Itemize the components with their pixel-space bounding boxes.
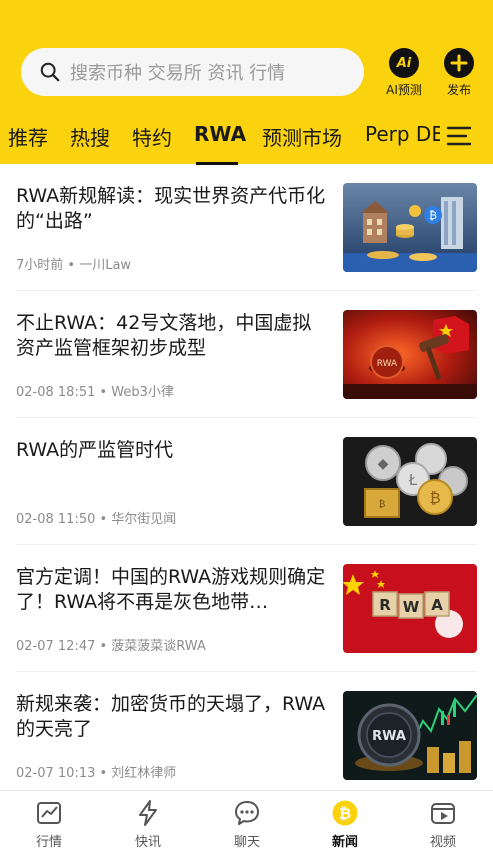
news-thumbnail: RWA xyxy=(343,691,477,780)
nav-video[interactable]: 视频 xyxy=(413,799,473,850)
nav-label: 视频 xyxy=(429,835,456,850)
post-button[interactable]: 发布 xyxy=(438,48,480,98)
news-thumbnail: RWA xyxy=(343,310,477,399)
news-meta: 7小时前 • 一川Law xyxy=(16,258,132,273)
bottom-navigation: 行情 快讯 聊天 ₿ 新闻 视频 xyxy=(0,790,493,856)
plus-icon xyxy=(444,48,474,78)
video-icon xyxy=(431,803,455,824)
nav-chat[interactable]: 聊天 xyxy=(217,799,277,850)
bitcoin-icon: ₿ xyxy=(332,800,358,826)
news-title: RWA新规解读：现实世界资产代币化的“出路” xyxy=(16,185,326,232)
nav-news[interactable]: ₿ 新闻 xyxy=(315,799,375,850)
menu-icon[interactable] xyxy=(445,124,473,148)
news-meta: 02-08 11:50 • 华尔街见闻 xyxy=(16,512,177,527)
nav-label: 新闻 xyxy=(331,835,358,850)
search-placeholder: 搜索币种 交易所 资讯 行情 xyxy=(70,63,286,84)
news-title: 不止RWA：42号文落地，中国虚拟资产监管框架初步成型 xyxy=(16,312,312,359)
news-title: RWA的严监管时代 xyxy=(16,439,174,461)
chart-icon xyxy=(37,802,61,824)
svg-text:₿: ₿ xyxy=(429,489,440,507)
svg-text:RWA: RWA xyxy=(372,729,406,744)
tab-rwa[interactable]: RWA xyxy=(194,122,246,146)
news-meta: 02-07 12:47 • 菠菜菠菜谈RWA xyxy=(16,639,206,654)
tab-perp-dex[interactable]: Perp DE xyxy=(365,122,440,146)
svg-text:Ł: Ł xyxy=(408,471,418,489)
category-tabs: 推荐 热搜 特约 RWA 预测市场 Perp DE xyxy=(0,116,440,156)
news-thumbnail: R W A xyxy=(343,564,477,653)
news-item[interactable]: 官方定调！中国的RWA游戏规则确定了！RWA将不再是灰色地带… 02-07 12… xyxy=(0,545,493,672)
search-icon xyxy=(40,62,60,82)
tab-hot[interactable]: 热搜 xyxy=(70,122,110,151)
search-bar[interactable]: 搜索币种 交易所 资讯 行情 xyxy=(21,48,364,96)
news-thumbnail: ◆ Ł ₿ ₿ xyxy=(343,437,477,526)
svg-text:₿: ₿ xyxy=(339,805,351,823)
lightning-icon xyxy=(139,800,157,826)
nav-flash[interactable]: 快讯 xyxy=(118,799,178,850)
tab-featured[interactable]: 特约 xyxy=(132,122,172,151)
nav-market[interactable]: 行情 xyxy=(19,799,79,850)
news-item[interactable]: 新规来袭：加密货币的天塌了，RWA的天亮了 02-07 10:13 • 刘红林律… xyxy=(0,672,493,799)
tab-recommend[interactable]: 推荐 xyxy=(8,122,48,151)
nav-label: 聊天 xyxy=(233,835,260,850)
svg-text:A: A xyxy=(431,596,443,614)
svg-text:R: R xyxy=(379,596,391,614)
svg-text:₿: ₿ xyxy=(379,499,386,510)
ai-predict-button[interactable]: Ai AI预测 xyxy=(380,48,428,98)
news-title: 新规来袭：加密货币的天塌了，RWA的天亮了 xyxy=(16,693,326,740)
news-item[interactable]: RWA新规解读：现实世界资产代币化的“出路” 7小时前 • 一川Law ₿ xyxy=(0,164,493,291)
news-item[interactable]: RWA的严监管时代 02-08 11:50 • 华尔街见闻 ◆ Ł ₿ ₿ xyxy=(0,418,493,545)
nav-label: 行情 xyxy=(35,835,62,850)
nav-label: 快讯 xyxy=(134,835,161,850)
svg-text:₿: ₿ xyxy=(429,209,437,222)
news-title: 官方定调！中国的RWA游戏规则确定了！RWA将不再是灰色地带… xyxy=(16,566,326,613)
ai-predict-label: AI预测 xyxy=(386,83,422,97)
svg-text:RWA: RWA xyxy=(377,359,398,369)
post-label: 发布 xyxy=(446,83,471,97)
chat-icon xyxy=(235,801,259,825)
svg-text:W: W xyxy=(403,598,420,616)
ai-icon: Ai xyxy=(389,48,419,78)
news-thumbnail: ₿ xyxy=(343,183,477,272)
svg-text:◆: ◆ xyxy=(378,456,389,472)
news-meta: 02-07 10:13 • 刘红林律师 xyxy=(16,766,177,781)
tab-prediction-market[interactable]: 预测市场 xyxy=(262,122,342,151)
news-item[interactable]: 不止RWA：42号文落地，中国虚拟资产监管框架初步成型 02-08 18:51 … xyxy=(0,291,493,418)
news-meta: 02-08 18:51 • Web3小律 xyxy=(16,385,174,400)
